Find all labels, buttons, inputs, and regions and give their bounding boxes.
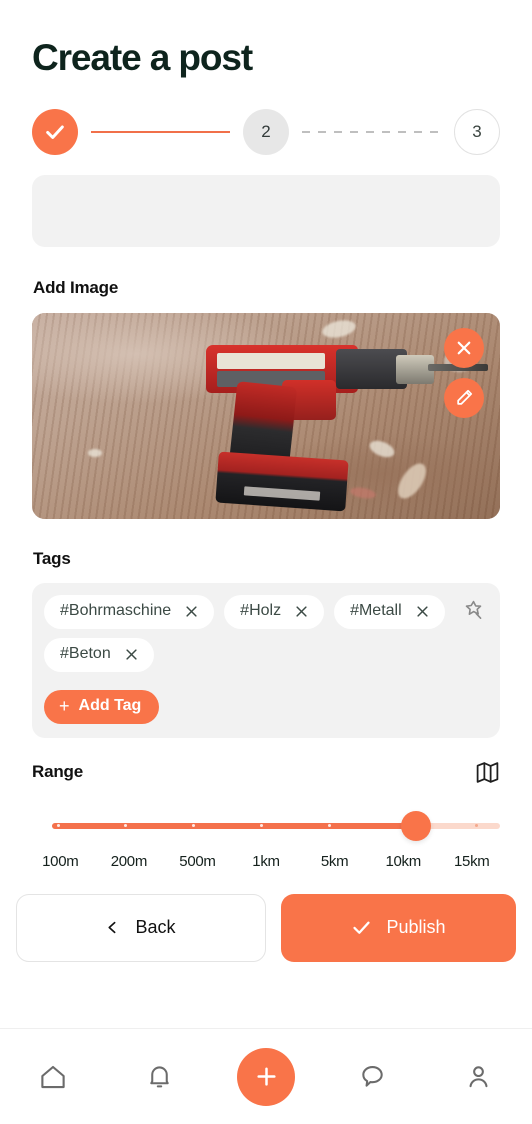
range-tick-labels: 100m 200m 500m 1km 5km 10km 15km [26, 853, 506, 870]
slider-filled-track [52, 822, 416, 829]
magic-wand-icon[interactable] [462, 599, 486, 623]
edit-image-button[interactable] [444, 377, 484, 418]
tag-chip[interactable]: #Beton [44, 637, 154, 672]
slider-thumb[interactable] [401, 810, 431, 841]
stepper-connector-2 [302, 130, 441, 133]
back-button[interactable]: Back [16, 893, 266, 962]
plus-icon [256, 1067, 276, 1086]
add-tag-label: Add Tag [78, 697, 142, 715]
add-image-label: Add Image [33, 277, 119, 297]
check-icon [353, 921, 371, 935]
publish-button[interactable]: Publish [281, 893, 516, 962]
range-label: Range [32, 762, 83, 782]
close-icon[interactable] [124, 647, 139, 662]
range-tick-label: 5km [320, 852, 349, 870]
close-icon[interactable] [294, 604, 309, 619]
close-icon [457, 341, 471, 355]
range-header: Range [32, 760, 500, 785]
nav-item-home[interactable] [0, 1062, 106, 1092]
bell-icon [150, 1066, 169, 1088]
create-post-fab[interactable] [237, 1047, 296, 1106]
tags-container: #Bohrmaschine #Holz #Metall #Beton + Add… [32, 582, 500, 738]
range-tick-label: 500m [179, 852, 216, 870]
close-icon[interactable] [415, 604, 430, 619]
tag-chip[interactable]: #Bohrmaschine [44, 594, 215, 629]
tag-label: #Beton [60, 645, 111, 663]
nav-item-profile[interactable] [426, 1062, 532, 1091]
create-post-screen: Create a post 2 3 Add Image Tags #Bohrma… [0, 0, 532, 1124]
tag-label: #Bohrmaschine [60, 602, 172, 620]
step-2-current[interactable]: 2 [243, 108, 289, 155]
range-tick-label: 1km [252, 852, 280, 870]
range-tick-label: 10km [385, 852, 421, 870]
tag-chip[interactable]: #Holz [224, 594, 325, 629]
page-title: Create a post [32, 37, 253, 78]
range-tick-label: 200m [110, 852, 148, 870]
description-field[interactable] [32, 174, 500, 247]
image-preview[interactable] [32, 312, 500, 519]
tag-chip[interactable]: #Metall [334, 594, 445, 629]
chevron-left-icon [108, 922, 116, 934]
map-icon[interactable] [475, 760, 500, 785]
publish-label: Publish [386, 917, 446, 938]
check-icon [46, 125, 64, 139]
range-tick-label: 15km [454, 852, 490, 870]
range-slider[interactable] [32, 810, 500, 841]
range-tick-label: 100m [42, 852, 79, 870]
step-2-label: 2 [261, 121, 271, 141]
nav-item-create[interactable] [213, 1047, 319, 1106]
tag-label: #Metall [350, 602, 402, 620]
home-icon [41, 1065, 65, 1088]
chat-bubble-icon [362, 1066, 383, 1087]
pencil-icon [456, 390, 472, 405]
add-tag-button[interactable]: + Add Tag [44, 689, 160, 724]
bottom-navigation [0, 1028, 532, 1124]
form-actions: Back Publish [16, 893, 516, 962]
uploaded-photo [32, 312, 500, 519]
tag-label: #Holz [240, 602, 282, 620]
step-1-completed[interactable] [32, 108, 78, 155]
step-3-label: 3 [472, 121, 482, 141]
progress-stepper: 2 3 [32, 108, 500, 155]
stepper-connector-1 [91, 130, 230, 133]
remove-image-button[interactable] [444, 327, 484, 368]
nav-item-notifications[interactable] [106, 1062, 212, 1091]
close-icon[interactable] [184, 604, 199, 619]
drill-photo-subject [200, 329, 489, 512]
person-icon [469, 1066, 488, 1088]
step-3-upcoming[interactable]: 3 [454, 108, 500, 155]
back-label: Back [135, 917, 176, 938]
plus-icon: + [59, 696, 70, 717]
nav-item-messages[interactable] [319, 1062, 425, 1091]
tags-label: Tags [33, 548, 71, 568]
